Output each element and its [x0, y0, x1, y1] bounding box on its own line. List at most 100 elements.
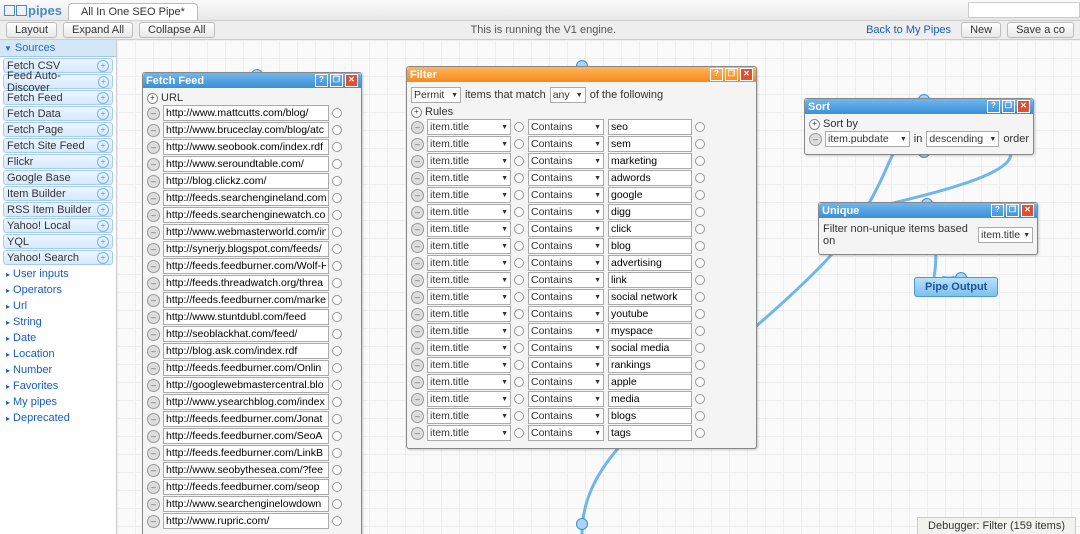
url-input[interactable] [163, 513, 329, 529]
rule-op-select[interactable]: Contains▼ [528, 136, 604, 152]
url-input[interactable] [163, 326, 329, 342]
rule-op-select[interactable]: Contains▼ [528, 391, 604, 407]
add-icon[interactable]: + [97, 108, 109, 120]
remove-row-button[interactable]: – [809, 133, 822, 146]
remove-row-button[interactable]: – [147, 141, 160, 154]
remove-row-button[interactable]: – [147, 243, 160, 256]
sidebar-category-5[interactable]: Location [0, 346, 116, 362]
remove-row-button[interactable]: – [147, 379, 160, 392]
rule-value-input[interactable] [608, 187, 692, 203]
add-icon[interactable]: + [97, 220, 109, 232]
output-port[interactable] [332, 346, 342, 356]
value-port[interactable] [695, 292, 705, 302]
output-port[interactable] [332, 363, 342, 373]
add-icon[interactable]: + [97, 124, 109, 136]
url-input[interactable] [163, 292, 329, 308]
sidebar-module-3[interactable]: Fetch Data+ [3, 106, 113, 121]
url-input[interactable] [163, 224, 329, 240]
field-port[interactable] [514, 394, 524, 404]
output-port[interactable] [332, 295, 342, 305]
output-port[interactable] [332, 210, 342, 220]
sidebar-category-2[interactable]: Url [0, 298, 116, 314]
remove-row-button[interactable]: – [147, 362, 160, 375]
pipe-output[interactable]: Pipe Output [914, 277, 998, 297]
sidebar-module-10[interactable]: Yahoo! Local+ [3, 218, 113, 233]
url-input[interactable] [163, 207, 329, 223]
rule-value-input[interactable] [608, 272, 692, 288]
rule-op-select[interactable]: Contains▼ [528, 357, 604, 373]
module-unique[interactable]: Unique ? ❐ ✕ Filter non-unique items bas… [818, 202, 1038, 255]
output-port[interactable] [332, 159, 342, 169]
add-icon[interactable]: + [97, 156, 109, 168]
field-port[interactable] [514, 343, 524, 353]
sidebar-section-sources[interactable]: Sources [0, 40, 116, 57]
rule-field-select[interactable]: item.title▼ [427, 255, 511, 271]
field-port[interactable] [514, 377, 524, 387]
url-input[interactable] [163, 394, 329, 410]
rule-field-select[interactable]: item.title▼ [427, 357, 511, 373]
rule-field-select[interactable]: item.title▼ [427, 340, 511, 356]
sortby-section-header[interactable]: +Sort by [809, 118, 1029, 130]
output-port[interactable] [332, 261, 342, 271]
value-port[interactable] [695, 173, 705, 183]
url-input[interactable] [163, 377, 329, 393]
remove-row-button[interactable]: – [147, 124, 160, 137]
output-port[interactable] [332, 431, 342, 441]
field-port[interactable] [514, 173, 524, 183]
module-unique-header[interactable]: Unique ? ❐ ✕ [819, 203, 1037, 218]
value-port[interactable] [695, 377, 705, 387]
remove-row-button[interactable]: – [411, 121, 424, 134]
rule-value-input[interactable] [608, 374, 692, 390]
add-icon[interactable]: + [97, 236, 109, 248]
field-port[interactable] [514, 309, 524, 319]
url-input[interactable] [163, 156, 329, 172]
url-input[interactable] [163, 343, 329, 359]
collapse-all-button[interactable]: Collapse All [139, 22, 214, 38]
pipe-tab[interactable]: All In One SEO Pipe* [68, 3, 198, 20]
field-port[interactable] [514, 326, 524, 336]
sidebar-module-1[interactable]: Feed Auto-Discover+ [3, 74, 113, 89]
rule-value-input[interactable] [608, 255, 692, 271]
remove-row-button[interactable]: – [411, 376, 424, 389]
rule-value-input[interactable] [608, 238, 692, 254]
remove-row-button[interactable]: – [411, 138, 424, 151]
sidebar-module-12[interactable]: Yahoo! Search+ [3, 250, 113, 265]
remove-row-button[interactable]: – [147, 328, 160, 341]
value-port[interactable] [695, 394, 705, 404]
remove-row-button[interactable]: – [147, 481, 160, 494]
rule-op-select[interactable]: Contains▼ [528, 170, 604, 186]
rule-value-input[interactable] [608, 323, 692, 339]
expand-icon[interactable]: + [809, 119, 820, 130]
value-port[interactable] [695, 343, 705, 353]
sidebar-category-0[interactable]: User inputs [0, 266, 116, 282]
output-port[interactable] [332, 193, 342, 203]
rule-field-select[interactable]: item.title▼ [427, 221, 511, 237]
url-input[interactable] [163, 173, 329, 189]
rule-field-select[interactable]: item.title▼ [427, 306, 511, 322]
sidebar-category-9[interactable]: Deprecated [0, 410, 116, 426]
restore-icon[interactable]: ❐ [330, 74, 343, 87]
output-port[interactable] [332, 329, 342, 339]
output-port[interactable] [332, 516, 342, 526]
rule-op-select[interactable]: Contains▼ [528, 425, 604, 441]
output-port[interactable] [332, 380, 342, 390]
remove-row-button[interactable]: – [147, 158, 160, 171]
canvas[interactable]: Fetch Feed ? ❐ ✕ +URL ––––––––––––––––––… [117, 40, 1080, 534]
output-port[interactable] [332, 142, 342, 152]
url-input[interactable] [163, 190, 329, 206]
new-button[interactable]: New [961, 22, 1001, 38]
add-icon[interactable]: + [97, 252, 109, 264]
url-input[interactable] [163, 258, 329, 274]
rule-op-select[interactable]: Contains▼ [528, 153, 604, 169]
remove-row-button[interactable]: – [147, 260, 160, 273]
url-input[interactable] [163, 139, 329, 155]
rule-op-select[interactable]: Contains▼ [528, 306, 604, 322]
connector-filter-bottom[interactable] [576, 518, 588, 530]
url-input[interactable] [163, 122, 329, 138]
header-search[interactable] [968, 2, 1080, 18]
module-sort-header[interactable]: Sort ? ❐ ✕ [805, 99, 1033, 114]
rule-field-select[interactable]: item.title▼ [427, 374, 511, 390]
remove-row-button[interactable]: – [411, 308, 424, 321]
field-port[interactable] [514, 411, 524, 421]
remove-row-button[interactable]: – [411, 206, 424, 219]
